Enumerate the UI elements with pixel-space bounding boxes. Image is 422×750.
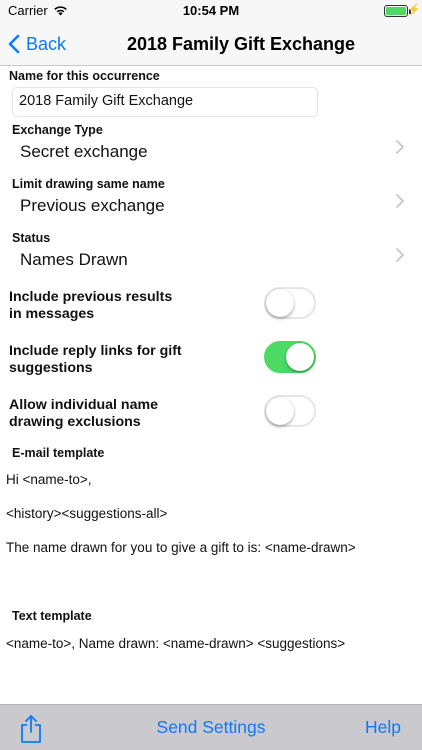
email-template-label: E-mail template bbox=[12, 446, 105, 460]
status-bar: Carrier 10:54 PM ⚡ bbox=[0, 0, 422, 22]
occurrence-name-field[interactable]: 2018 Family Gift Exchange bbox=[12, 87, 318, 117]
chevron-right-icon bbox=[396, 248, 404, 262]
text-template-label: Text template bbox=[12, 609, 92, 623]
allow-exclusions-label: Allow individual name drawing exclusions bbox=[9, 397, 199, 431]
email-template-editor[interactable]: Hi <name-to>, <history><suggestions-all>… bbox=[0, 464, 422, 604]
help-button[interactable]: Help bbox=[365, 717, 401, 738]
chevron-right-icon bbox=[396, 140, 404, 154]
switch-knob bbox=[266, 397, 294, 425]
allow-exclusions-switch[interactable] bbox=[264, 395, 316, 427]
toggle-label-line: drawing exclusions bbox=[9, 414, 141, 430]
exchange-type-label: Exchange Type bbox=[12, 123, 103, 137]
text-template-value: <name-to>, Name drawn: <name-drawn> <sug… bbox=[6, 636, 346, 651]
bottom-toolbar: Send Settings Help bbox=[0, 704, 422, 750]
exchange-type-value: Secret exchange bbox=[20, 142, 148, 161]
chevron-left-icon bbox=[8, 34, 20, 54]
battery-icon: ⚡ bbox=[384, 4, 421, 17]
chevron-right-icon bbox=[396, 194, 404, 208]
limit-drawing-row[interactable]: Limit drawing same name Previous exchang… bbox=[0, 174, 422, 228]
back-label: Back bbox=[26, 33, 67, 54]
status-value: Names Drawn bbox=[20, 250, 128, 269]
send-settings-button[interactable]: Send Settings bbox=[0, 717, 422, 738]
email-template-line: The name drawn for you to give a gift to… bbox=[6, 540, 356, 555]
page-title: 2018 Family Gift Exchange bbox=[126, 33, 356, 54]
switch-knob bbox=[266, 289, 294, 317]
include-previous-results-switch[interactable] bbox=[264, 287, 316, 319]
back-button[interactable]: Back bbox=[8, 22, 66, 66]
include-reply-links-switch[interactable] bbox=[264, 341, 316, 373]
email-template-line: Hi <name-to>, bbox=[6, 472, 92, 487]
include-previous-results-label: Include previous results in messages bbox=[9, 289, 199, 323]
limit-drawing-label: Limit drawing same name bbox=[12, 177, 165, 191]
status-label: Status bbox=[12, 231, 51, 245]
navigation-bar: Back 2018 Family Gift Exchange bbox=[0, 22, 422, 66]
name-label: Name for this occurrence bbox=[9, 69, 160, 83]
toggle-label-line: Include reply links for gift bbox=[9, 343, 182, 359]
email-template-line: <history><suggestions-all> bbox=[6, 506, 168, 521]
status-row[interactable]: Status Names Drawn bbox=[0, 228, 422, 282]
limit-drawing-value: Previous exchange bbox=[20, 196, 165, 215]
switch-knob bbox=[286, 343, 314, 371]
occurrence-name-value: 2018 Family Gift Exchange bbox=[19, 93, 194, 109]
exchange-type-row[interactable]: Exchange Type Secret exchange bbox=[0, 120, 422, 174]
settings-form: Name for this occurrence 2018 Family Gif… bbox=[0, 66, 422, 704]
toggle-label-line: Include previous results bbox=[9, 289, 173, 305]
status-time: 10:54 PM bbox=[182, 3, 240, 18]
text-template-editor[interactable]: <name-to>, Name drawn: <name-drawn> <sug… bbox=[0, 628, 422, 688]
include-reply-links-label: Include reply links for gift suggestions bbox=[9, 343, 199, 377]
charging-bolt-icon: ⚡ bbox=[407, 4, 421, 16]
toggle-label-line: Allow individual name bbox=[9, 397, 158, 413]
toggle-label-line: suggestions bbox=[9, 360, 93, 376]
toggle-label-line: in messages bbox=[9, 306, 95, 322]
